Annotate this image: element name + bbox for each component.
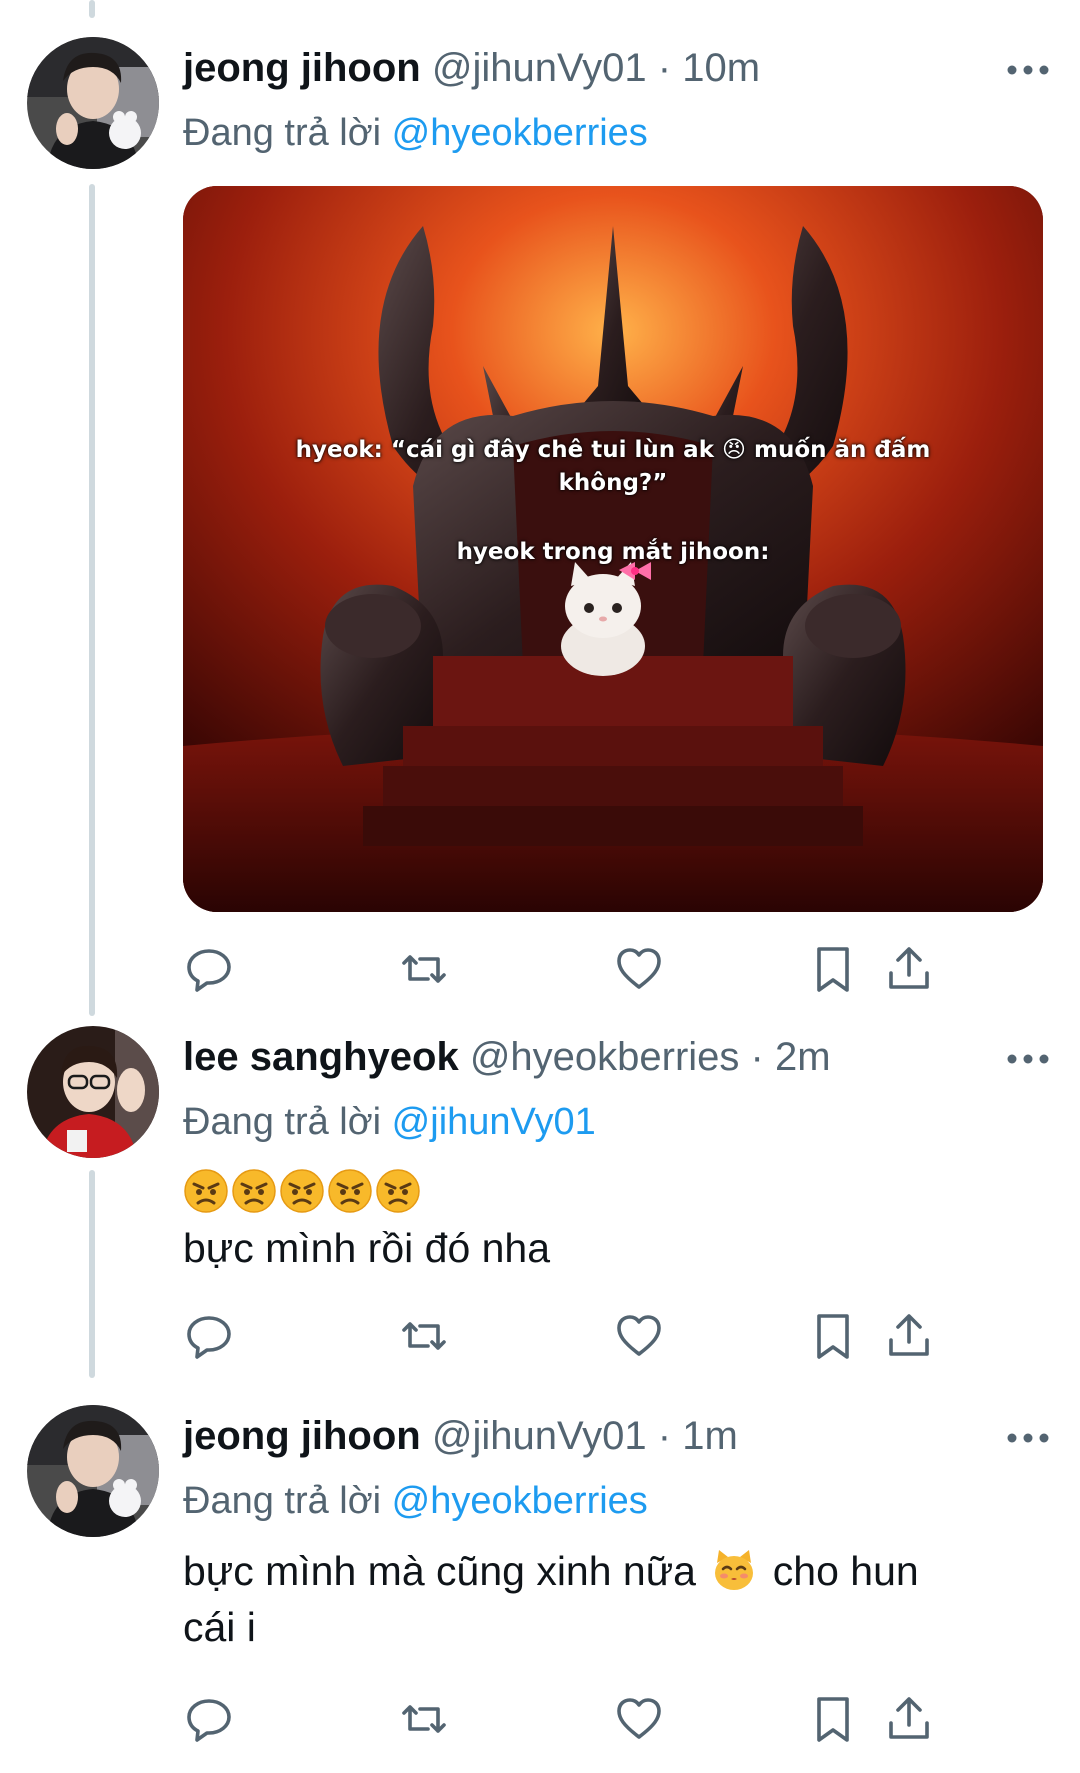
avatar[interactable] bbox=[27, 1026, 159, 1158]
bookmark-icon bbox=[817, 1697, 849, 1742]
more-icon[interactable] bbox=[1006, 60, 1050, 80]
replying-to: Đang trả lời @hyeokberries bbox=[183, 1478, 648, 1524]
user-handle[interactable]: @jihunVy01 bbox=[432, 46, 647, 90]
reply-to-link[interactable]: @jihunVy01 bbox=[392, 1101, 596, 1143]
retweet-icon bbox=[402, 1322, 446, 1350]
tweet-2[interactable]: lee sanghyeok @hyeokberries · 2m Đang tr… bbox=[0, 1000, 1080, 1375]
reply-icon bbox=[187, 1699, 231, 1742]
tweet-text-segment: bực mình mà cũng xinh nữa bbox=[183, 1548, 696, 1594]
heart-icon bbox=[617, 948, 661, 989]
separator-dot: · bbox=[750, 1035, 764, 1079]
angry-face-emoji bbox=[232, 1169, 276, 1213]
kissing-cat-emoji bbox=[715, 1550, 754, 1590]
avatar[interactable] bbox=[27, 1405, 159, 1537]
tweet-text: bực mình rồi đó nha bbox=[183, 1220, 1023, 1276]
replying-to: Đang trả lời @hyeokberries bbox=[183, 110, 648, 156]
separator-dot: · bbox=[657, 46, 672, 90]
bookmark-icon bbox=[817, 1314, 849, 1359]
bookmark-button[interactable] bbox=[807, 1310, 859, 1362]
like-button[interactable] bbox=[613, 1693, 665, 1745]
separator-dot: · bbox=[657, 1414, 672, 1458]
heart-icon bbox=[617, 1698, 661, 1739]
timestamp[interactable]: 1m bbox=[682, 1414, 738, 1458]
reply-to-link[interactable]: @hyeokberries bbox=[392, 112, 648, 154]
share-icon bbox=[889, 947, 929, 989]
user-handle[interactable]: @hyeokberries bbox=[470, 1035, 740, 1079]
retweet-button[interactable] bbox=[398, 1693, 450, 1745]
reply-button[interactable] bbox=[183, 943, 235, 995]
bookmark-button[interactable] bbox=[807, 1693, 859, 1745]
retweet-icon bbox=[402, 955, 446, 983]
reply-button[interactable] bbox=[183, 1693, 235, 1745]
tweet-3[interactable]: jeong jihoon @jihunVy01 · 1m Đang trả lờ… bbox=[0, 1375, 1080, 1773]
reply-prefix: Đang trả lời bbox=[183, 1101, 382, 1143]
tweet-actions bbox=[183, 943, 1043, 999]
tweet-text: bực mình mà cũng xinh nữa cho hun cái i bbox=[183, 1543, 1023, 1655]
reply-icon bbox=[187, 1316, 231, 1359]
tweet-header: jeong jihoon @jihunVy01 · 1m bbox=[183, 1412, 738, 1460]
share-button[interactable] bbox=[883, 943, 935, 995]
meme-caption-line: không?” bbox=[558, 470, 668, 496]
retweet-button[interactable] bbox=[398, 943, 450, 995]
tweet-text-line: bực mình rồi đó nha bbox=[183, 1225, 551, 1271]
reply-to-link[interactable]: @hyeokberries bbox=[392, 1480, 648, 1522]
meme-caption-line: hyeok trong mắt jihoon: bbox=[456, 539, 770, 565]
reply-prefix: Đang trả lời bbox=[183, 112, 382, 154]
bookmark-icon bbox=[817, 947, 849, 992]
share-icon bbox=[889, 1697, 929, 1739]
angry-face-emoji bbox=[280, 1169, 324, 1213]
tweet-actions bbox=[183, 1693, 1043, 1749]
tweet-text-segment: cho hun bbox=[772, 1548, 919, 1594]
display-name[interactable]: lee sanghyeok bbox=[183, 1035, 459, 1079]
replying-to: Đang trả lời @jihunVy01 bbox=[183, 1099, 596, 1145]
more-icon[interactable] bbox=[1006, 1428, 1050, 1448]
tweet-actions bbox=[183, 1310, 1043, 1366]
like-button[interactable] bbox=[613, 1310, 665, 1362]
meme-caption-2: hyeok trong mắt jihoon: bbox=[183, 536, 1043, 569]
angry-face-emoji bbox=[376, 1169, 420, 1213]
angry-emoji-row bbox=[183, 1168, 421, 1216]
heart-icon bbox=[617, 1315, 661, 1356]
reply-prefix: Đang trả lời bbox=[183, 1480, 382, 1522]
tweet-text-line-1: bực mình mà cũng xinh nữa cho hun bbox=[183, 1543, 1023, 1599]
angry-face-emoji bbox=[184, 1169, 228, 1213]
retweet-button[interactable] bbox=[398, 1310, 450, 1362]
timestamp[interactable]: 2m bbox=[775, 1035, 831, 1079]
tweet-header: jeong jihoon @jihunVy01 · 10m bbox=[183, 44, 760, 92]
more-icon[interactable] bbox=[1006, 1049, 1050, 1069]
tweet-1[interactable]: jeong jihoon @jihunVy01 · 10m Đang trả l… bbox=[0, 0, 1080, 1000]
avatar[interactable] bbox=[27, 37, 159, 169]
timestamp[interactable]: 10m bbox=[682, 46, 760, 90]
meme-caption-line: hyeok: “cái gì đây chê tui lùn ak 😠 muốn… bbox=[295, 437, 931, 463]
meme-caption-1: hyeok: “cái gì đây chê tui lùn ak 😠 muốn… bbox=[183, 434, 1043, 500]
tweet-header: lee sanghyeok @hyeokberries · 2m bbox=[183, 1033, 831, 1081]
thread-page: jeong jihoon @jihunVy01 · 10m Đang trả l… bbox=[0, 0, 1080, 1773]
display-name[interactable]: jeong jihoon bbox=[183, 46, 421, 90]
user-handle[interactable]: @jihunVy01 bbox=[432, 1414, 647, 1458]
share-button[interactable] bbox=[883, 1693, 935, 1745]
angry-face-emoji bbox=[328, 1169, 372, 1213]
bookmark-button[interactable] bbox=[807, 943, 859, 995]
tweet-text-line-2: cái i bbox=[183, 1604, 256, 1650]
share-button[interactable] bbox=[883, 1310, 935, 1362]
tweet-media-image[interactable]: hyeok: “cái gì đây chê tui lùn ak 😠 muốn… bbox=[183, 186, 1043, 912]
like-button[interactable] bbox=[613, 943, 665, 995]
share-icon bbox=[889, 1314, 929, 1356]
display-name[interactable]: jeong jihoon bbox=[183, 1414, 421, 1458]
retweet-icon bbox=[402, 1705, 446, 1733]
reply-icon bbox=[187, 949, 231, 992]
reply-button[interactable] bbox=[183, 1310, 235, 1362]
